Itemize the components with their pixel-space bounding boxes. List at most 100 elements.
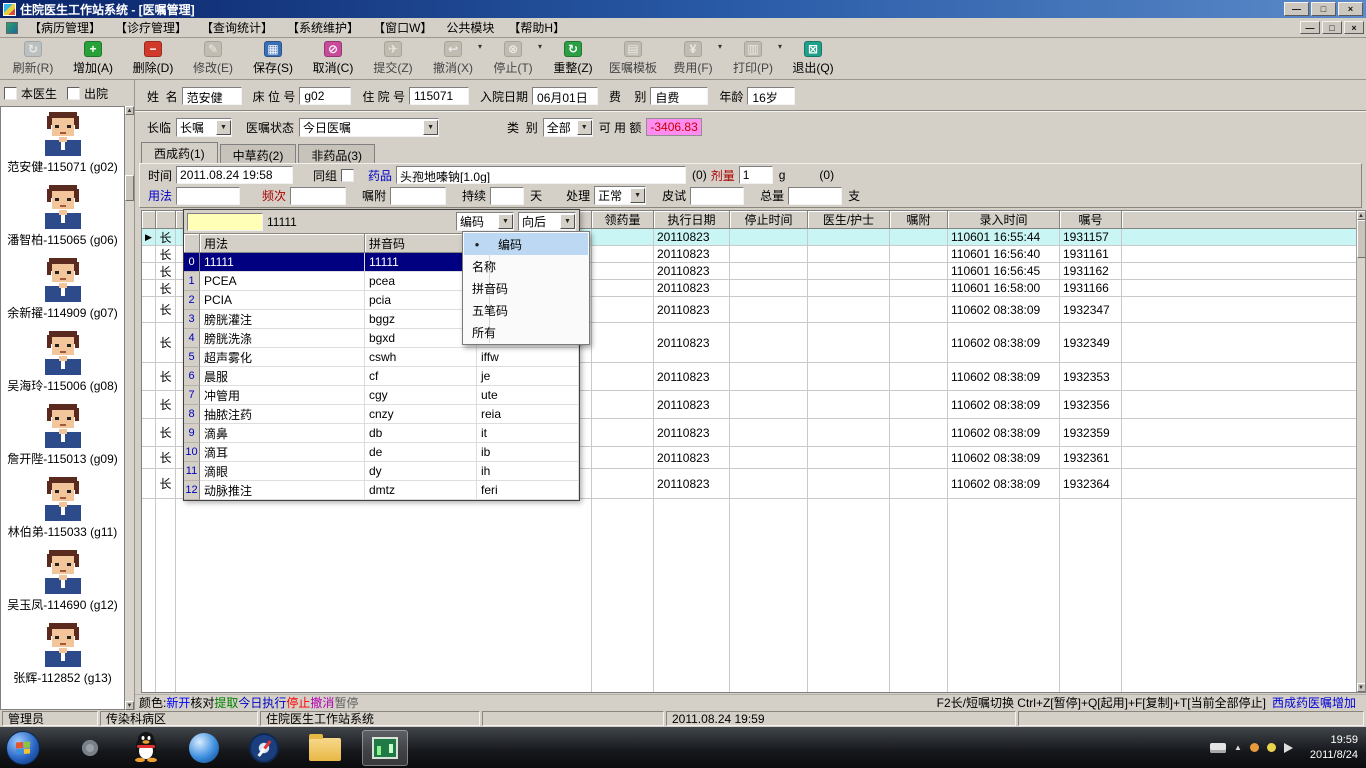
scroll-down-icon[interactable]: ▼ (125, 701, 134, 710)
orders-table-scrollbar[interactable]: ▲ ▼ (1356, 211, 1365, 692)
menu-item[interactable]: 公共模块 (439, 17, 501, 38)
dropdown-arrow-icon[interactable]: ▾ (538, 42, 542, 51)
menu-item[interactable]: 【系统维护】 (280, 17, 366, 38)
patient-list-item[interactable]: 吴海玲-115006 (g08) (1, 326, 124, 399)
category-select[interactable]: 全部 ▼ (542, 117, 593, 137)
usage-option-row[interactable]: 11 滴眼 dy ih (184, 462, 579, 481)
usage-option-row[interactable]: 5 超声雾化 cswh iffw (184, 348, 579, 367)
settings-icon[interactable] (82, 739, 98, 756)
qq-icon[interactable] (133, 730, 159, 765)
usage-option-row[interactable]: 12 动脉推注 dmtz feri (184, 481, 579, 500)
print-icon[interactable]: ▥ 打印(P) ▾ (724, 40, 782, 78)
search-mode-option[interactable]: ● 编码 (464, 233, 588, 255)
menu-item[interactable]: 【病历管理】 (22, 17, 108, 38)
column-header-exec-date[interactable]: 执行日期 (654, 211, 730, 229)
dose-input[interactable]: 1 (738, 166, 773, 185)
patient-list-item[interactable]: 潘智柏-115065 (g06) (1, 180, 124, 253)
patient-list-item[interactable]: 范安健-115071 (g02) (1, 107, 124, 180)
usage-option-row[interactable]: 9 滴鼻 db it (184, 424, 579, 443)
patient-list-item[interactable]: 詹开陛-115013 (g09) (1, 399, 124, 472)
mdi-close-button[interactable]: × (1344, 21, 1364, 34)
dropdown-arrow-icon[interactable]: ▾ (478, 42, 482, 51)
drug-tab[interactable]: 非药品(3) (298, 144, 376, 163)
order-length-select[interactable]: 长嘱 ▼ (176, 117, 233, 137)
usage-input[interactable] (176, 186, 241, 205)
usage-search-input[interactable] (187, 212, 263, 231)
search-mode-option[interactable]: ● 五笔码 (464, 299, 588, 321)
search-mode-option[interactable]: ● 拼音码 (464, 277, 588, 299)
order-status-select[interactable]: 今日医嘱 ▼ (299, 117, 440, 137)
discharged-checkbox[interactable] (67, 86, 81, 100)
drug-tab[interactable]: 西成药(1) (141, 142, 218, 163)
dropdown-arrow-icon[interactable]: ▾ (778, 42, 782, 51)
chevron-down-icon[interactable]: ▼ (576, 119, 592, 135)
dropdown-arrow-icon[interactable]: ▾ (718, 42, 722, 51)
chevron-down-icon[interactable]: ▼ (630, 188, 646, 204)
scroll-up-icon[interactable]: ▲ (1356, 211, 1365, 220)
menu-item[interactable]: 【诊疗管理】 (108, 17, 194, 38)
search-mode-option[interactable]: ● 所有 (464, 321, 588, 343)
minimize-button[interactable]: — (1284, 2, 1309, 16)
same-group-checkbox[interactable] (341, 168, 355, 182)
tray-icon-orange[interactable] (1249, 743, 1259, 752)
patient-list-item[interactable]: 余新擢-114909 (g07) (1, 253, 124, 326)
usage-option-row[interactable]: 8 抽脓注药 cnzy reia (184, 405, 579, 424)
total-input[interactable] (788, 186, 843, 205)
undo-icon[interactable]: ↩ 撤消(X) ▾ (424, 40, 482, 78)
scroll-down-icon[interactable]: ▼ (1356, 683, 1365, 692)
menu-item[interactable]: 【帮助H】 (501, 17, 572, 38)
refresh-icon[interactable]: ↻ 刷新(R) ▾ (4, 40, 62, 78)
patient-list-scrollbar[interactable]: ▲ ▼ (125, 106, 134, 710)
order-template-icon[interactable]: ▤ 医嘱模板 ▾ (604, 40, 662, 78)
submit-icon[interactable]: ✈ 提交(Z) ▾ (364, 40, 422, 78)
scroll-thumb[interactable] (1356, 220, 1365, 258)
mdi-minimize-button[interactable]: — (1300, 21, 1320, 34)
menu-item[interactable]: 【窗口W】 (366, 17, 439, 38)
browser-icon[interactable] (189, 732, 219, 763)
column-header-qty[interactable]: 领药量 (592, 211, 654, 229)
start-button[interactable] (6, 730, 40, 765)
drug-tab[interactable]: 中草药(2) (219, 144, 297, 163)
search-direction-select[interactable]: 向后 ▼ (518, 212, 576, 231)
tray-icon-yellow[interactable] (1266, 743, 1276, 752)
match-mode-select[interactable]: 编码 ▼ (456, 212, 514, 231)
folder-icon[interactable] (309, 733, 341, 761)
patient-list-item[interactable]: 张辉-112852 (g13) (1, 618, 124, 691)
time-input[interactable]: 2011.08.24 19:58 (176, 166, 294, 185)
stop-icon[interactable]: ⊗ 停止(T) ▾ (484, 40, 542, 78)
usage-option-row[interactable]: 10 滴耳 de ib (184, 443, 579, 462)
usage-option-row[interactable]: 6 晨服 cf je (184, 367, 579, 386)
skin-test-input[interactable] (690, 186, 745, 205)
compass-icon[interactable] (249, 732, 279, 763)
process-select[interactable]: 正常 ▼ (594, 186, 647, 206)
drug-input[interactable]: 头孢地嗪钠[1.0g] (396, 166, 687, 185)
chevron-down-icon[interactable]: ▼ (498, 214, 513, 229)
keyboard-icon[interactable] (1209, 742, 1226, 753)
add-icon[interactable]: + 增加(A) ▾ (64, 40, 122, 78)
scroll-up-icon[interactable]: ▲ (125, 106, 134, 115)
chevron-down-icon[interactable]: ▼ (423, 119, 439, 135)
frequency-input[interactable] (290, 186, 347, 205)
fee-icon[interactable]: ¥ 费用(F) ▾ (664, 40, 722, 78)
mdi-restore-button[interactable]: □ (1322, 21, 1342, 34)
maximize-button[interactable]: □ (1311, 2, 1336, 16)
close-button[interactable]: × (1338, 2, 1363, 16)
volume-icon[interactable] (1283, 742, 1298, 753)
save-icon[interactable]: ▦ 保存(S) ▾ (244, 40, 302, 78)
cancel-icon[interactable]: ⊘ 取消(C) ▾ (304, 40, 362, 78)
usage-option-row[interactable]: 7 冲管用 cgy ute (184, 386, 579, 405)
patient-list-item[interactable]: 吴玉凤-114690 (g12) (1, 545, 124, 618)
chevron-down-icon[interactable]: ▼ (560, 214, 575, 229)
column-header-doctor[interactable]: 医生/护士 (808, 211, 890, 229)
his-app-taskbar-button[interactable] (362, 729, 408, 766)
search-mode-option[interactable]: ● 名称 (464, 255, 588, 277)
column-header-entry-time[interactable]: 录入时间 (948, 211, 1060, 229)
my-doctor-checkbox[interactable] (4, 86, 17, 100)
taskbar-clock[interactable]: 19:59 2011/8/24 (1310, 733, 1358, 762)
column-header-order-no[interactable]: 嘱号 (1060, 211, 1122, 229)
column-header-stop-time[interactable]: 停止时间 (730, 211, 808, 229)
delete-icon[interactable]: − 删除(D) ▾ (124, 40, 182, 78)
column-header-note[interactable]: 嘱附 (890, 211, 948, 229)
exit-icon[interactable]: ⊠ 退出(Q) ▾ (784, 40, 842, 78)
note-input[interactable] (390, 186, 447, 205)
